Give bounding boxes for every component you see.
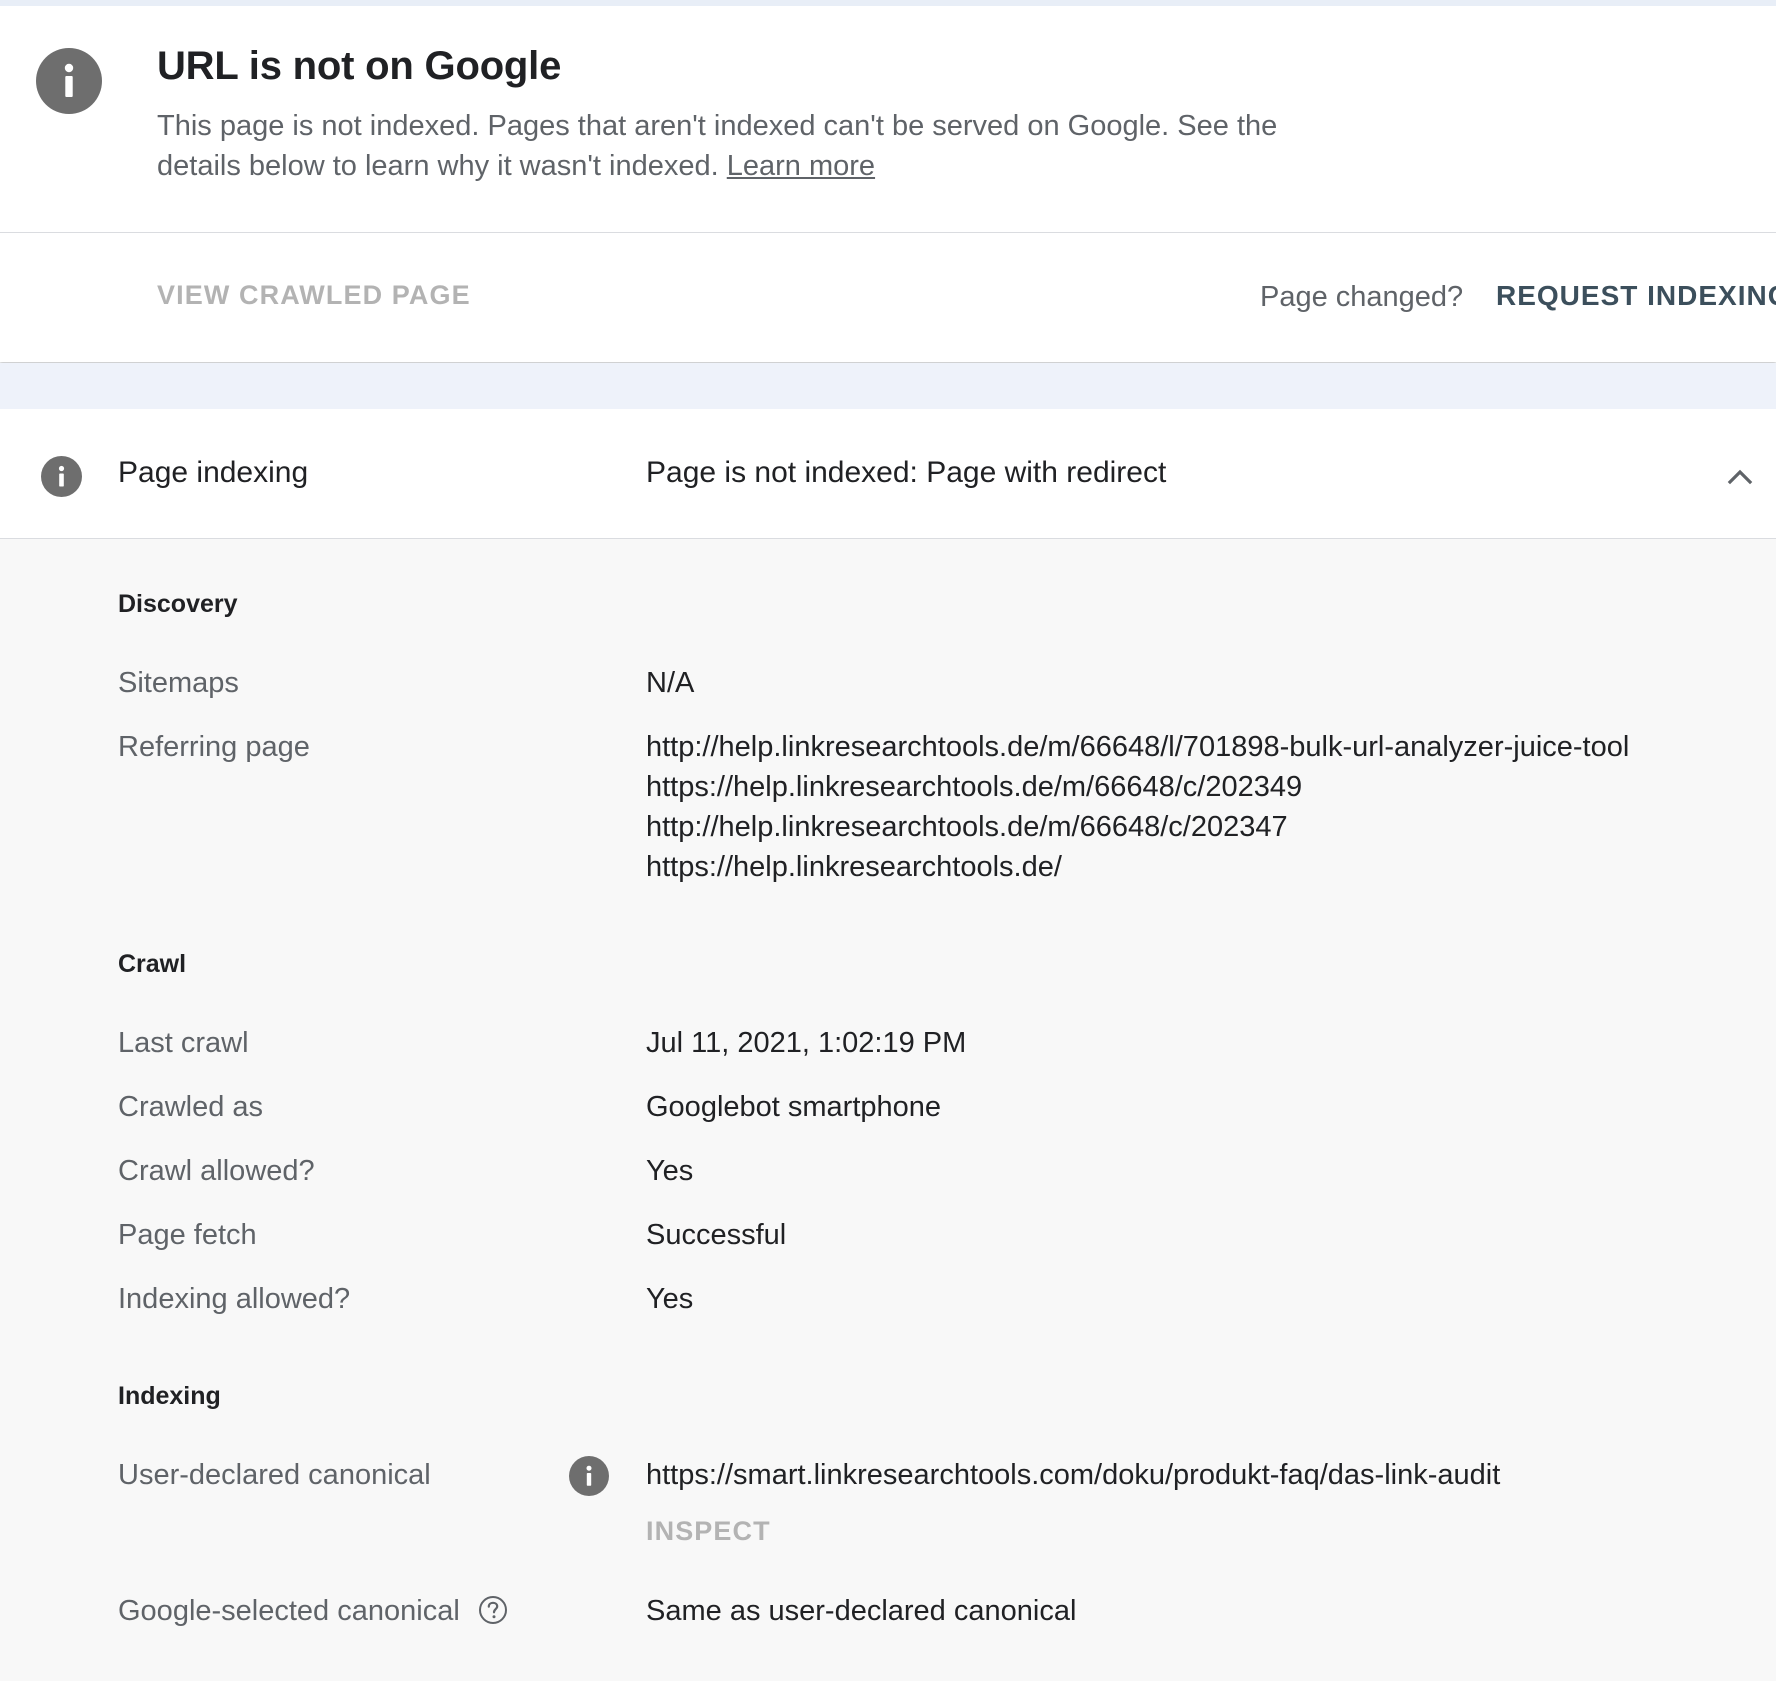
crawled-as-value: Googlebot smartphone: [646, 1091, 942, 1123]
chevron-up-icon[interactable]: [1722, 459, 1758, 495]
page-changed-label: Page changed?: [1260, 281, 1464, 313]
status-description: This page is not indexed. Pages that are…: [157, 106, 1337, 186]
help-icon[interactable]: [478, 1595, 508, 1625]
crawl-heading: Crawl: [118, 950, 187, 978]
page-indexing-status: Page is not indexed: Page with redirect: [646, 456, 1167, 489]
crawled-as-label: Crawled as: [118, 1091, 264, 1123]
status-description-text: This page is not indexed. Pages that are…: [157, 110, 1278, 182]
referring-page-item: http://help.linkresearchtools.de/m/66648…: [646, 731, 1630, 763]
user-declared-canonical-value: https://smart.linkresearchtools.com/doku…: [646, 1459, 1501, 1491]
referring-page-item: https://help.linkresearchtools.de/m/6664…: [646, 771, 1303, 803]
url-status-card: URL is not on Google This page is not in…: [0, 0, 1776, 362]
indexing-heading: Indexing: [118, 1382, 221, 1410]
discovery-heading: Discovery: [118, 590, 238, 618]
learn-more-link[interactable]: Learn more: [727, 150, 875, 182]
referring-page-label: Referring page: [118, 731, 310, 763]
request-indexing-button[interactable]: REQUEST INDEXING: [1496, 280, 1776, 312]
referring-page-list: http://help.linkresearchtools.de/m/66648…: [646, 727, 1629, 887]
info-icon: [41, 456, 82, 497]
section-gap: [0, 363, 1776, 409]
page-indexing-title: Page indexing: [118, 456, 309, 489]
top-strip: [0, 0, 1776, 6]
google-selected-canonical-label: Google-selected canonical: [118, 1595, 508, 1628]
indexing-allowed-label: Indexing allowed?: [118, 1283, 351, 1315]
info-icon: [36, 48, 102, 114]
google-selected-canonical-value: Same as user-declared canonical: [646, 1595, 1077, 1627]
last-crawl-label: Last crawl: [118, 1027, 249, 1059]
inspect-button[interactable]: INSPECT: [646, 1516, 771, 1547]
google-selected-canonical-text: Google-selected canonical: [118, 1595, 460, 1627]
page-fetch-label: Page fetch: [118, 1219, 257, 1251]
page-fetch-value: Successful: [646, 1219, 787, 1251]
divider: [0, 232, 1776, 233]
referring-page-item: https://help.linkresearchtools.de/: [646, 851, 1062, 883]
page-indexing-header[interactable]: Page indexing Page is not indexed: Page …: [0, 409, 1776, 539]
status-title: URL is not on Google: [157, 44, 562, 88]
indexing-allowed-value: Yes: [646, 1283, 694, 1315]
view-crawled-page-button[interactable]: VIEW CRAWLED PAGE: [157, 280, 471, 311]
user-declared-canonical-label: User-declared canonical: [118, 1459, 431, 1491]
crawl-allowed-label: Crawl allowed?: [118, 1155, 315, 1187]
info-icon[interactable]: [569, 1456, 609, 1496]
sitemaps-label: Sitemaps: [118, 667, 239, 699]
crawl-allowed-value: Yes: [646, 1155, 694, 1187]
referring-page-item: http://help.linkresearchtools.de/m/66648…: [646, 811, 1288, 843]
last-crawl-value: Jul 11, 2021, 1:02:19 PM: [646, 1027, 967, 1059]
sitemaps-value: N/A: [646, 667, 695, 699]
